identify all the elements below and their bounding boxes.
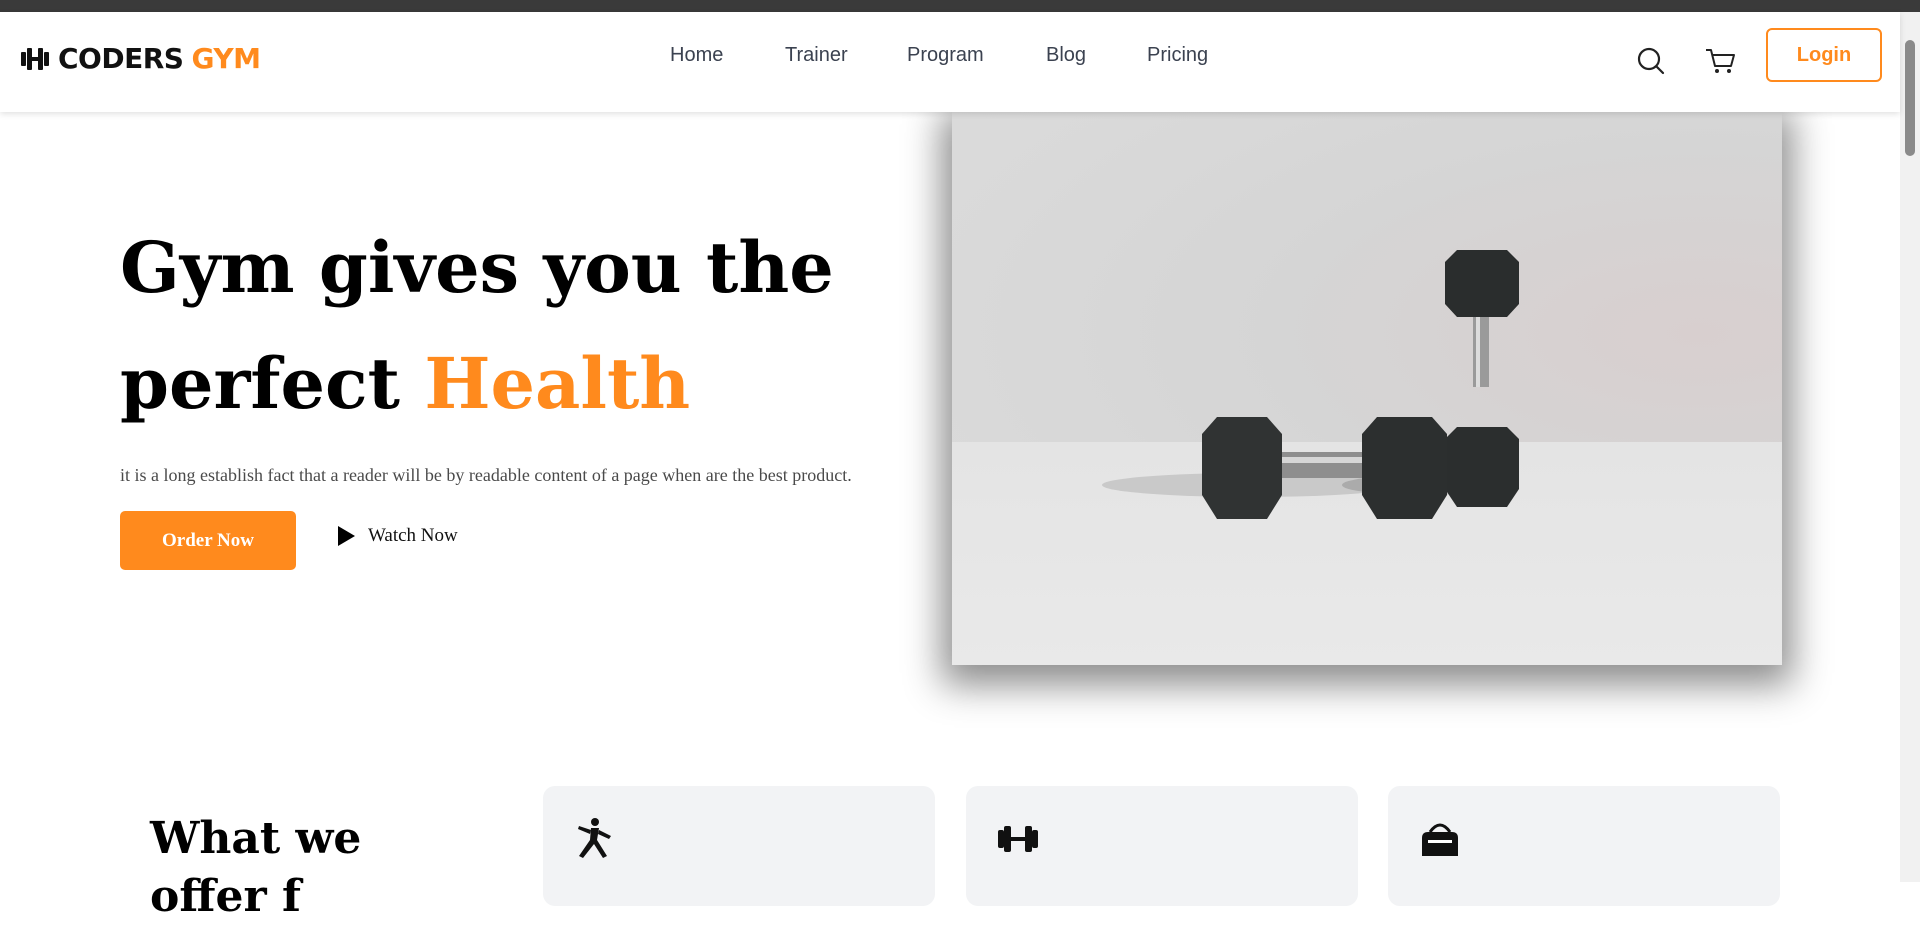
nav-links: Home Trainer Program Blog Pricing	[0, 12, 1900, 112]
browser-top-strip	[0, 0, 1920, 12]
watch-now-label: Watch Now	[368, 525, 458, 546]
offer-card[interactable]	[966, 786, 1358, 906]
nav-blog[interactable]: Blog	[1046, 44, 1086, 67]
search-icon[interactable]	[1630, 40, 1670, 80]
nav-trainer[interactable]: Trainer	[785, 44, 848, 67]
hero-title-accent: Health	[424, 342, 691, 425]
yoga-pose-icon	[578, 818, 611, 858]
nav-pricing[interactable]: Pricing	[1147, 44, 1208, 67]
hero-title-line2: perfect Health	[120, 326, 920, 442]
hero-title: Gym gives you the perfect Health	[120, 210, 920, 442]
cart-icon[interactable]	[1700, 40, 1740, 80]
hero-title-line1: Gym gives you the	[120, 226, 834, 309]
navbar: CODERS GYM Home Trainer Program Blog Pri…	[0, 12, 1900, 112]
gym-bag-icon	[1422, 823, 1458, 856]
hero-image-dumbbells	[952, 112, 1782, 665]
play-icon	[338, 526, 355, 546]
order-now-button[interactable]: Order Now	[120, 511, 296, 570]
scrollbar-thumb[interactable]	[1905, 40, 1915, 156]
login-button[interactable]: Login	[1766, 28, 1882, 82]
offer-card[interactable]	[543, 786, 935, 906]
nav-home[interactable]: Home	[670, 44, 723, 67]
hero-description: it is a long establish fact that a reade…	[120, 465, 852, 485]
dumbbell-icon	[998, 826, 1038, 852]
nav-program[interactable]: Program	[907, 44, 984, 67]
hero-title-prefix: perfect	[120, 342, 400, 425]
page-scrollbar[interactable]	[1900, 12, 1920, 882]
watch-now-link[interactable]: Watch Now	[336, 525, 458, 547]
offer-card[interactable]	[1388, 786, 1780, 906]
offer-section-title: What we offer f	[150, 813, 362, 922]
dumbbells-illustration	[1102, 250, 1519, 519]
